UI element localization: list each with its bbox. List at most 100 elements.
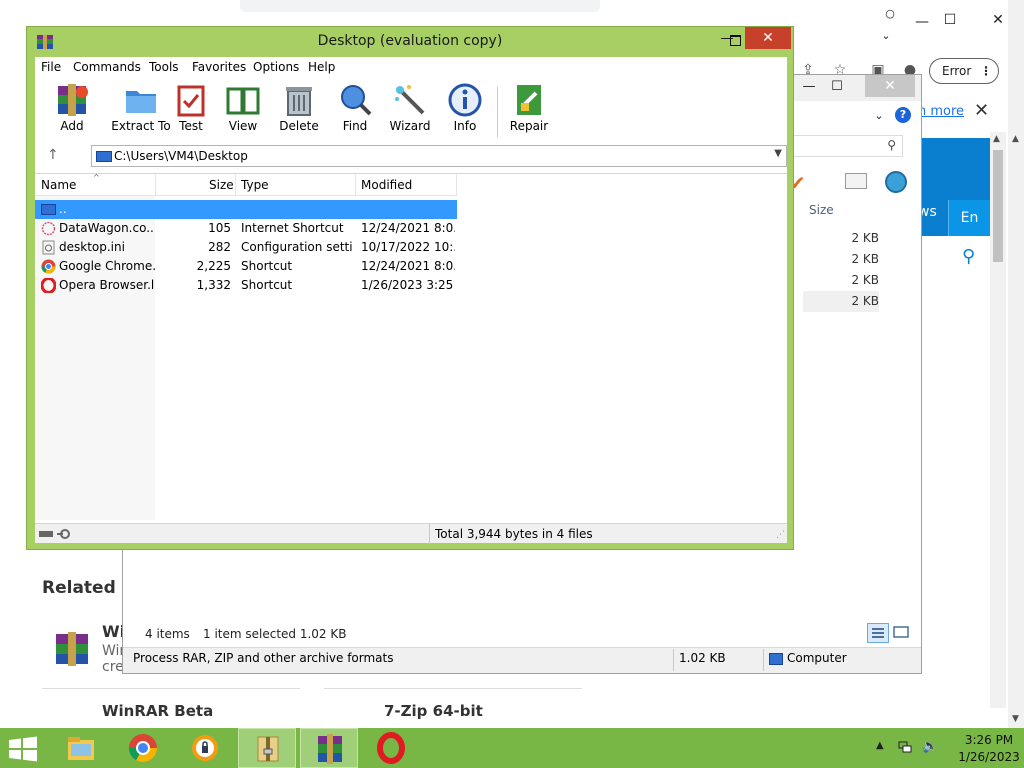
file-name: .. [59,202,67,216]
file-modified: 12/24/2021 8:0... [361,259,455,273]
info-button[interactable]: Info [443,79,487,137]
search-icon: ⚲ [887,138,896,152]
details-view-button[interactable] [867,623,889,643]
explorer-close-button[interactable]: ✕ [865,75,915,97]
column-divider[interactable] [235,174,236,196]
globe-icon[interactable] [885,171,907,193]
view-button[interactable]: View [221,79,265,137]
add-button[interactable]: Add [49,79,95,137]
taskbar-opera[interactable] [362,728,420,768]
browser-scrollbar[interactable]: ▲ ▼ [1008,0,1024,728]
scrollbar-thumb[interactable] [993,150,1003,262]
clock-time[interactable]: 3:26 PM [954,733,1024,747]
find-button[interactable]: Find [333,79,377,137]
up-folder-icon[interactable]: ↑ [47,147,59,163]
tab-search-chevron-icon[interactable]: ⌄ [874,26,898,46]
site-search-icon[interactable]: ⚲ [962,246,975,267]
chrome-icon [41,259,56,274]
repair-button[interactable]: Repair [507,79,551,137]
chevron-down-icon[interactable]: ▼ [774,148,782,159]
find-label: Find [342,119,368,133]
browser-tab[interactable] [240,0,600,12]
browser-profile-icon[interactable]: ○ [878,4,902,24]
add-archive-icon [58,84,88,116]
browser-close-button[interactable]: ✕ [986,10,1010,30]
browser-menu-icon[interactable]: ⋮ [980,59,992,83]
volume-icon[interactable]: 🔈 [922,739,938,754]
scroll-up-icon[interactable]: ▲ [993,134,1000,144]
wizard-button[interactable]: Wizard [385,79,435,137]
related-item-title[interactable]: WinRAR Beta [102,702,213,720]
browser-scroll-up-icon[interactable]: ▲ [1012,134,1019,144]
column-divider[interactable] [456,174,457,196]
learn-more-link[interactable]: n more [918,104,964,119]
page-scrollbar[interactable]: ▲ [990,132,1006,708]
network-icon[interactable] [898,740,912,754]
column-header-size[interactable]: Size [809,203,834,217]
browser-minimize-button[interactable]: — [910,12,934,32]
column-header-size[interactable]: Size [209,178,234,192]
browser-shield-icon [192,735,218,761]
explorer-toolbar: ✔ [789,171,919,195]
taskbar-secure-browser[interactable] [176,728,234,768]
toolbar-separator [497,87,498,137]
taskbar-chrome[interactable] [114,728,172,768]
internet-shortcut-icon [41,221,56,236]
delete-button[interactable]: Delete [277,79,321,137]
file-row-parent[interactable]: .. [35,200,457,219]
file-size-cell: 2 KB [851,273,879,287]
menu-commands[interactable]: Commands [73,60,141,74]
status-total: Total 3,944 bytes in 4 files [435,527,593,541]
close-infobar-icon[interactable]: ✕ [974,100,989,121]
taskbar-file-explorer[interactable] [52,728,110,768]
menu-options[interactable]: Options [253,60,299,74]
taskbar-winrar[interactable] [300,728,358,768]
related-item-title[interactable]: 7-Zip 64-bit [384,702,483,720]
related-item-desc: cre [102,659,124,675]
show-hidden-icons-icon[interactable]: ▲ [876,740,884,751]
close-button[interactable]: ✕ [745,27,791,49]
file-row[interactable]: Google Chrome.... 2,225 Shortcut 12/24/2… [35,257,457,276]
address-bar: ↑ C:\Users\VM4\Desktop ▼ [35,141,787,171]
help-icon[interactable]: ? [895,107,911,123]
file-name: Google Chrome.... [59,259,155,273]
menu-favorites[interactable]: Favorites [192,60,246,74]
large-icons-view-button[interactable] [891,623,913,643]
column-divider[interactable] [155,174,156,196]
file-list[interactable]: Name ^ Size Type Modified .. DataWagon.c… [35,173,787,520]
maximize-button[interactable] [725,33,745,49]
menu-tools[interactable]: Tools [149,60,179,74]
site-nav-item-en[interactable]: En [948,200,990,236]
path-dropdown[interactable]: C:\Users\VM4\Desktop ▼ [91,145,787,167]
drive-key-icon[interactable] [39,528,75,540]
column-header-type[interactable]: Type [241,178,269,192]
explorer-maximize-button[interactable]: ☐ [827,78,847,96]
file-row[interactable]: DataWagon.co... 105 Internet Shortcut 12… [35,219,457,238]
taskbar-archive-app[interactable] [238,728,296,768]
browser-scroll-down-icon[interactable]: ▼ [1012,714,1019,724]
windows-start-icon[interactable] [8,736,38,762]
column-divider[interactable] [355,174,356,196]
test-button[interactable]: Test [169,79,213,137]
error-chip[interactable]: Error ⋮ [929,58,999,84]
winrar-window: Desktop (evaluation copy) — ✕ File Comma… [26,26,794,550]
envelope-icon[interactable] [845,173,867,189]
item-count: 4 items [145,627,190,641]
menu-file[interactable]: File [41,60,61,74]
browser-maximize-button[interactable]: ☐ [938,10,962,30]
file-row[interactable]: desktop.ini 282 Configuration setti... 1… [35,238,457,257]
ribbon-expand-chevron-icon[interactable]: ⌄ [869,107,889,125]
toolbar: Add Extract To Test View Delete Find Wiz… [35,79,787,137]
selection-info: 1 item selected 1.02 KB [203,627,347,641]
column-header-modified[interactable]: Modified [361,178,412,192]
file-type: Shortcut [241,259,293,273]
menu-help[interactable]: Help [308,60,335,74]
resize-grip-icon[interactable]: ⋰ [776,530,785,540]
column-header-name[interactable]: Name [41,178,76,192]
test-label: Test [179,119,203,133]
explorer-search-input[interactable]: ⚲ [783,135,903,157]
clock-date[interactable]: 1/26/2023 [954,750,1024,764]
file-row[interactable]: Opera Browser.lnk 1,332 Shortcut 1/26/20… [35,276,457,295]
explorer-minimize-button[interactable]: — [799,78,819,96]
file-size-cell: 2 KB [851,231,879,245]
